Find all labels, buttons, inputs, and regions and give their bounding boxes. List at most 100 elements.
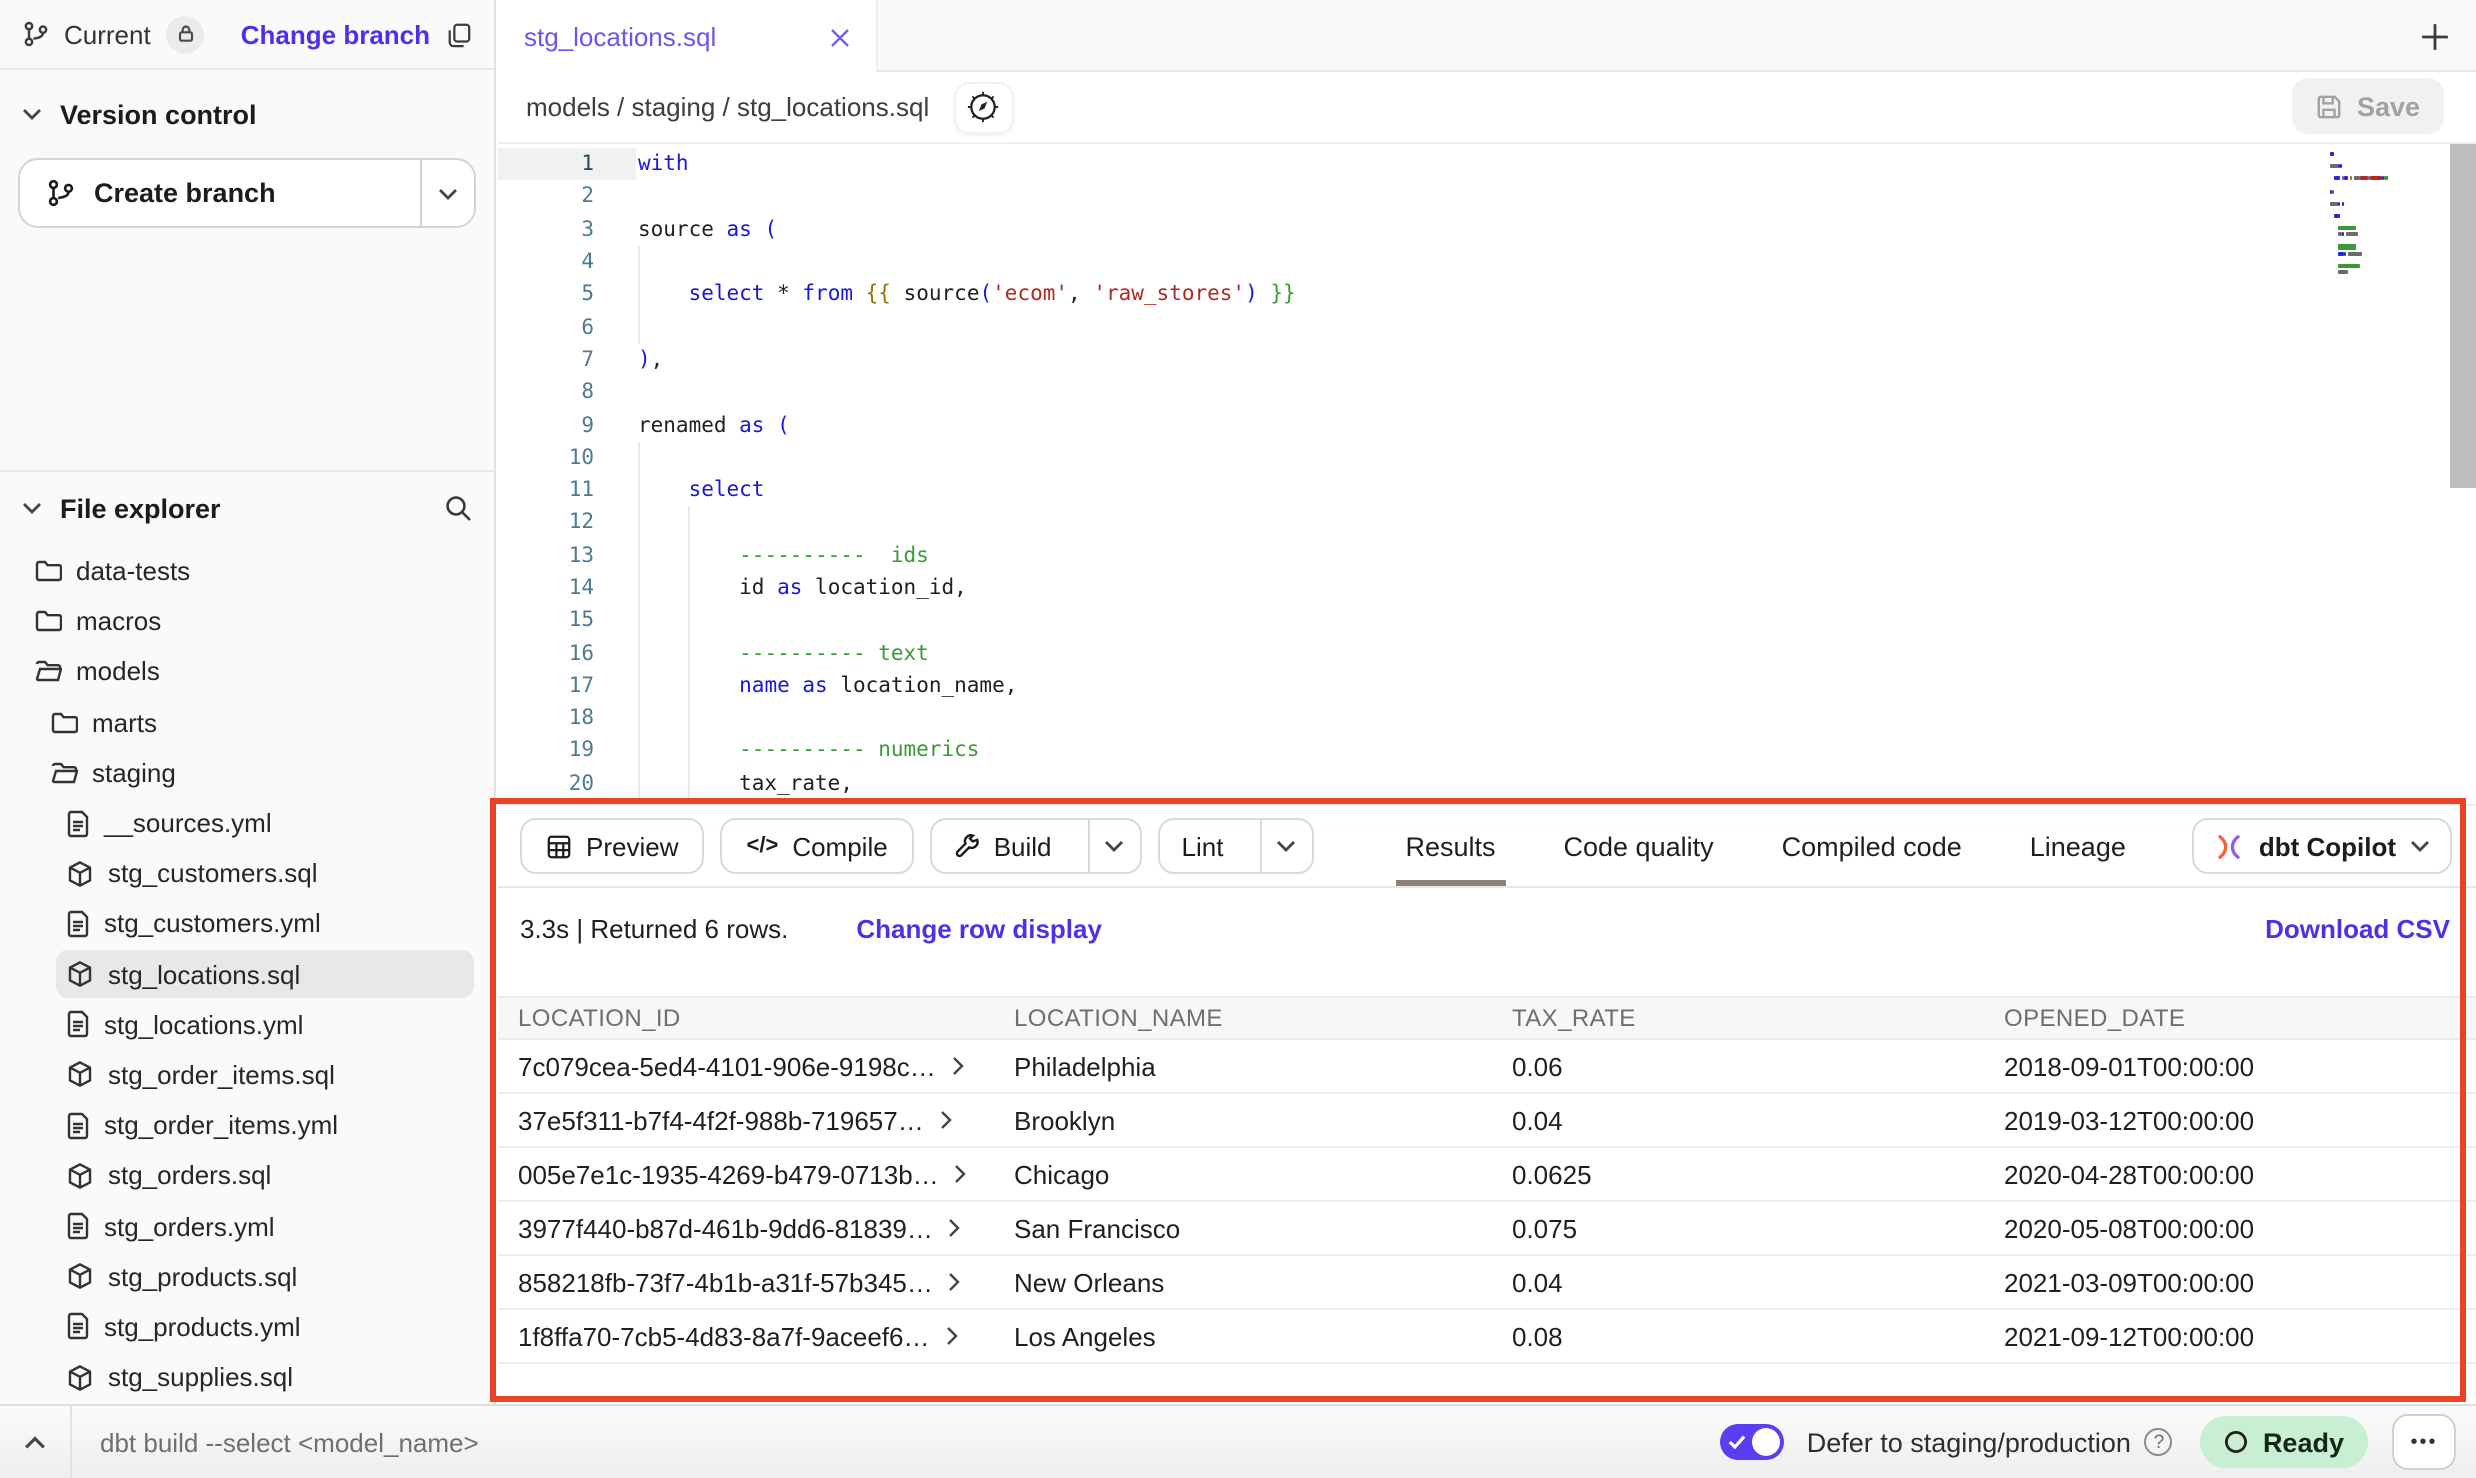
tab-compiled-code[interactable]: Compiled code [1782,827,1962,865]
editor-line[interactable]: 7), [498,344,2476,377]
tab-results[interactable]: Results [1405,827,1495,865]
table-row[interactable]: 1f8ffa70-7cb5-4d83-8a7f-9aceef6…Los Ange… [498,1310,2476,1364]
help-icon[interactable]: ? [2145,1428,2173,1456]
editor-line[interactable]: 20 tax_rate, [498,767,2476,800]
scrollbar-thumb[interactable] [2450,144,2476,488]
lint-main[interactable]: Lint [1160,820,1246,872]
table-row[interactable]: 37e5f311-b7f4-4f2f-988b-719657…Brooklyn0… [498,1094,2476,1148]
sidebar-item-stg-locations-sql[interactable]: stg_locations.sql [0,949,494,999]
editor-line[interactable]: 12 [498,507,2476,540]
file-explorer-title: File explorer [60,493,221,523]
sidebar-item-marts[interactable]: marts [0,697,494,747]
sidebar-item-stg-products-sql[interactable]: stg_products.sql [0,1251,494,1301]
expand-row-chevron-icon[interactable] [947,1218,963,1238]
sidebar-item-stg-order-items-yml[interactable]: stg_order_items.yml [0,1100,494,1150]
lint-caret[interactable] [1259,820,1311,872]
dbt-copilot-button[interactable]: dbt Copilot [2193,818,2452,874]
editor-lines: 1with23source as (45 select * from {{ so… [498,148,2476,800]
save-label: Save [2357,91,2420,121]
editor-line[interactable]: 17 name as location_name, [498,670,2476,703]
editor-line[interactable]: 5 select * from {{ source('ecom', 'raw_s… [498,278,2476,311]
sidebar-item-stg-orders-sql[interactable]: stg_orders.sql [0,1151,494,1201]
editor-line[interactable]: 19 ---------- numerics [498,735,2476,768]
tab-stg-locations-sql[interactable]: stg_locations.sql [498,0,878,74]
sidebar-item-stg-locations-yml[interactable]: stg_locations.yml [0,999,494,1049]
line-number: 18 [498,706,594,730]
search-icon[interactable] [444,494,472,522]
file-label: stg_orders.sql [108,1161,271,1191]
cell-location-id: 37e5f311-b7f4-4f2f-988b-719657… [498,1105,994,1135]
expand-row-chevron-icon[interactable] [953,1164,969,1184]
table-row[interactable]: 7c079cea-5ed4-4101-906e-9198c…Philadelph… [498,1040,2476,1094]
version-control-header[interactable]: Version control [0,88,494,140]
download-csv-link[interactable]: Download CSV [2265,913,2450,943]
minimap[interactable] [2330,152,2444,276]
sidebar-item-macros[interactable]: macros [0,596,494,646]
expand-row-chevron-icon[interactable] [947,1272,963,1292]
editor-line[interactable]: 16 ---------- text [498,637,2476,670]
change-row-display-link[interactable]: Change row display [856,913,1102,943]
sidebar-item-stg-supplies-sql[interactable]: stg_supplies.sql [0,1352,494,1402]
sidebar-item-stg-order-items-sql[interactable]: stg_order_items.sql [0,1050,494,1100]
close-tab-icon[interactable] [830,27,850,47]
col-header-tax-rate[interactable]: TAX_RATE [1492,1004,1984,1032]
new-tab-plus-icon[interactable] [2416,18,2452,54]
breadcrumb[interactable]: models / staging / stg_locations.sql [526,92,929,122]
table-row[interactable]: 005e7e1c-1935-4269-b479-0713b…Chicago0.0… [498,1148,2476,1202]
command-input[interactable]: dbt build --select <model_name> [100,1427,1721,1457]
preview-button[interactable]: Preview [520,818,705,874]
build-main[interactable]: Build [932,820,1074,872]
line-number: 5 [498,283,594,307]
editor-line[interactable]: 9renamed as ( [498,409,2476,442]
more-options-button[interactable]: ••• [2392,1414,2456,1470]
sidebar-item-stg-customers-yml[interactable]: stg_customers.yml [0,899,494,949]
editor-line[interactable]: 3source as ( [498,213,2476,246]
editor-line[interactable]: 1with [498,148,2476,181]
lineage-compass-icon[interactable] [953,81,1013,133]
sidebar-item--sources-yml[interactable]: __sources.yml [0,798,494,848]
build-caret[interactable] [1088,820,1140,872]
results-table: LOCATION_ID LOCATION_NAME TAX_RATE OPENE… [498,996,2476,1364]
expand-row-chevron-icon[interactable] [950,1056,966,1076]
editor-line[interactable]: 8 [498,376,2476,409]
sidebar-item-stg-products-yml[interactable]: stg_products.yml [0,1302,494,1352]
sidebar-item-stg-orders-yml[interactable]: stg_orders.yml [0,1201,494,1251]
editor-line[interactable]: 14 id as location_id, [498,572,2476,605]
editor-line[interactable]: 18 [498,702,2476,735]
editor-line[interactable]: 11 select [498,474,2476,507]
save-button[interactable]: Save [2293,78,2444,134]
col-header-opened-date[interactable]: OPENED_DATE [1984,1004,2476,1032]
defer-toggle[interactable] [1721,1424,1785,1460]
editor-line[interactable]: 6 [498,311,2476,344]
col-header-location-id[interactable]: LOCATION_ID [498,1004,994,1032]
editor-line[interactable]: 15 [498,604,2476,637]
create-branch-main[interactable]: Create branch [20,160,420,226]
sidebar-item-stg-customers-sql[interactable]: stg_customers.sql [0,848,494,898]
editor-line[interactable]: 2 [498,181,2476,214]
expand-row-chevron-icon[interactable] [944,1326,960,1346]
expand-row-chevron-icon[interactable] [938,1110,954,1130]
file-label: stg_orders.yml [104,1211,275,1241]
table-row[interactable]: 858218fb-73f7-4b1b-a31f-57b345…New Orlea… [498,1256,2476,1310]
editor-line[interactable]: 10 [498,441,2476,474]
file-icon [66,910,90,938]
col-header-location-name[interactable]: LOCATION_NAME [994,1004,1492,1032]
editor-line[interactable]: 13 ---------- ids [498,539,2476,572]
change-branch-link[interactable]: Change branch [241,19,430,49]
file-explorer-header[interactable]: File explorer [0,482,494,534]
editor-line[interactable]: 4 [498,246,2476,279]
tab-code-quality[interactable]: Code quality [1564,827,1714,865]
sidebar-item-models[interactable]: models [0,647,494,697]
expand-command-bar-icon[interactable] [0,1406,70,1478]
editor-scrollbar[interactable] [2450,144,2476,804]
ready-status-badge: Ready [2201,1416,2368,1468]
compile-button[interactable]: </> Compile [721,818,914,874]
create-branch-caret[interactable] [420,160,474,226]
sidebar-item-data-tests[interactable]: data-tests [0,546,494,596]
code-text: select * from {{ source('ecom', 'raw_sto… [594,283,1296,307]
tab-lineage[interactable]: Lineage [2030,827,2126,865]
copy-branch-icon[interactable] [446,21,472,47]
code-editor[interactable]: 1with23source as (45 select * from {{ so… [498,144,2476,804]
sidebar-item-staging[interactable]: staging [0,748,494,798]
table-row[interactable]: 3977f440-b87d-461b-9dd6-81839…San Franci… [498,1202,2476,1256]
